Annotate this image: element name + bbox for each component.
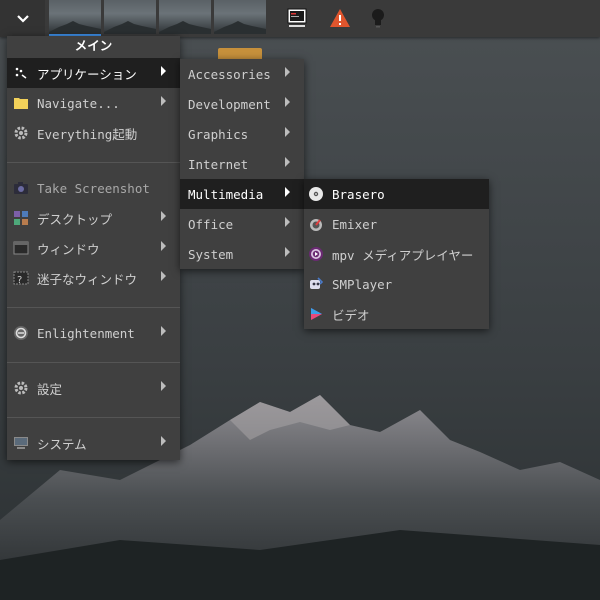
menu-separator bbox=[7, 417, 180, 418]
mpv-icon bbox=[308, 246, 324, 262]
submenu-arrow-icon bbox=[161, 326, 166, 336]
menu-item-label: Accessories bbox=[188, 66, 271, 82]
menu-item-enlightenment[interactable]: Enlightenment bbox=[7, 318, 180, 348]
menu-item-everything[interactable]: Everything起動 bbox=[7, 118, 180, 148]
enlightenment-logo-icon bbox=[13, 325, 29, 341]
multimedia-submenu: Brasero Emixer mpv メディアプレイヤー SMPlayer ビデ… bbox=[304, 179, 489, 329]
submenu-arrow-icon bbox=[161, 211, 166, 221]
disc-icon bbox=[308, 186, 324, 202]
applications-submenu: Accessories Development Graphics Interne… bbox=[180, 59, 304, 269]
menu-item-label: Graphics bbox=[188, 126, 249, 142]
svg-text:?: ? bbox=[17, 275, 22, 286]
menu-item-desktop[interactable]: デスクトップ bbox=[7, 203, 180, 233]
desktop-pager-1[interactable] bbox=[49, 0, 101, 37]
menu-item-settings[interactable]: 設定 bbox=[7, 373, 180, 403]
window-icon bbox=[13, 240, 29, 256]
lightbulb-icon[interactable] bbox=[365, 5, 391, 31]
submenu-arrow-icon bbox=[161, 436, 166, 446]
computer-icon bbox=[13, 435, 29, 451]
menu-item-label: ビデオ bbox=[332, 307, 370, 323]
menu-item-window[interactable]: ウィンドウ bbox=[7, 233, 180, 263]
menu-item-navigate[interactable]: Navigate... bbox=[7, 88, 180, 118]
smplayer-icon bbox=[308, 276, 324, 292]
submenu-arrow-icon bbox=[285, 187, 290, 197]
menu-item-label: Internet bbox=[188, 156, 249, 172]
chevron-down-icon bbox=[16, 14, 29, 23]
menu-item-label: ウィンドウ bbox=[37, 241, 100, 257]
submenu-item-internet[interactable]: Internet bbox=[180, 149, 304, 179]
desktop-grid-icon bbox=[13, 210, 29, 226]
menu-item-label: Emixer bbox=[332, 216, 378, 232]
desktop-pager-4[interactable] bbox=[214, 0, 266, 34]
gear-icon bbox=[13, 125, 29, 141]
submenu-item-multimedia[interactable]: Multimedia bbox=[180, 179, 304, 209]
menu-item-label: Everything起動 bbox=[37, 126, 138, 142]
submenu-arrow-icon bbox=[161, 271, 166, 281]
menu-separator bbox=[7, 362, 180, 363]
app-item-brasero[interactable]: Brasero bbox=[304, 179, 489, 209]
submenu-arrow-icon bbox=[161, 96, 166, 106]
menu-item-label: Brasero bbox=[332, 186, 385, 202]
main-menu-title: メイン bbox=[74, 38, 113, 53]
menu-item-label: System bbox=[188, 246, 234, 262]
settings-gear-icon bbox=[13, 380, 29, 396]
submenu-item-accessories[interactable]: Accessories bbox=[180, 59, 304, 89]
menu-item-label: 迷子なウィンドウ bbox=[37, 271, 138, 287]
menu-item-label: mpv メディアプレイヤー bbox=[332, 247, 474, 263]
applications-icon bbox=[13, 65, 29, 81]
menu-item-system[interactable]: システム bbox=[7, 428, 180, 458]
submenu-arrow-icon bbox=[285, 217, 290, 227]
menu-item-label: アプリケーション bbox=[37, 66, 137, 82]
menu-item-label: Navigate... bbox=[37, 95, 120, 111]
menu-separator bbox=[7, 162, 180, 163]
submenu-arrow-icon bbox=[161, 66, 166, 76]
desktop-pager-3[interactable] bbox=[159, 0, 211, 34]
menu-item-applications[interactable]: アプリケーション bbox=[7, 58, 180, 88]
mixer-icon bbox=[308, 216, 324, 232]
submenu-arrow-icon bbox=[285, 67, 290, 77]
app-item-video[interactable]: ビデオ bbox=[304, 299, 489, 329]
submenu-arrow-icon bbox=[285, 97, 290, 107]
camera-icon bbox=[13, 180, 29, 196]
app-item-mpv[interactable]: mpv メディアプレイヤー bbox=[304, 239, 489, 269]
menu-item-label: Take Screenshot bbox=[37, 180, 150, 196]
submenu-arrow-icon bbox=[161, 241, 166, 251]
menu-item-label: Enlightenment bbox=[37, 325, 135, 341]
menu-item-label: Development bbox=[188, 96, 271, 112]
menu-item-label: システム bbox=[37, 436, 87, 452]
terminal-monitor-icon[interactable] bbox=[284, 5, 310, 31]
menu-item-take-screenshot[interactable]: Take Screenshot bbox=[7, 173, 180, 203]
menu-item-label: SMPlayer bbox=[332, 276, 393, 292]
main-menu: メイン アプリケーション Navigate... Everything起動 Ta… bbox=[7, 36, 180, 460]
submenu-arrow-icon bbox=[285, 127, 290, 137]
desktop-pager-2[interactable] bbox=[104, 0, 156, 34]
menu-item-lost-windows[interactable]: ? 迷子なウィンドウ bbox=[7, 263, 180, 293]
submenu-arrow-icon bbox=[161, 381, 166, 391]
lost-window-icon: ? bbox=[13, 270, 29, 286]
main-menu-button[interactable] bbox=[0, 0, 45, 37]
warning-icon[interactable] bbox=[327, 5, 353, 31]
app-item-emixer[interactable]: Emixer bbox=[304, 209, 489, 239]
submenu-item-system[interactable]: System bbox=[180, 239, 304, 269]
menu-item-label: Office bbox=[188, 216, 234, 232]
submenu-arrow-icon bbox=[285, 247, 290, 257]
video-play-icon bbox=[308, 306, 324, 322]
submenu-arrow-icon bbox=[285, 157, 290, 167]
submenu-item-office[interactable]: Office bbox=[180, 209, 304, 239]
submenu-item-development[interactable]: Development bbox=[180, 89, 304, 119]
menu-item-label: 設定 bbox=[37, 381, 63, 397]
folder-icon bbox=[13, 95, 29, 111]
app-item-smplayer[interactable]: SMPlayer bbox=[304, 269, 489, 299]
menu-item-label: デスクトップ bbox=[37, 211, 113, 227]
submenu-item-graphics[interactable]: Graphics bbox=[180, 119, 304, 149]
top-shelf bbox=[0, 0, 600, 37]
menu-item-label: Multimedia bbox=[188, 186, 264, 202]
menu-separator bbox=[7, 307, 180, 308]
